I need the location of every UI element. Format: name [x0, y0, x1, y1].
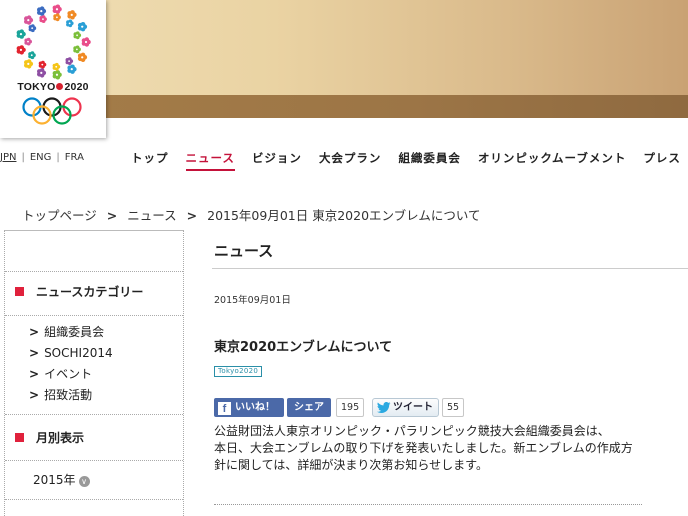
nav-item-games-plan[interactable]: 大会プラン [319, 150, 382, 169]
divider [5, 271, 183, 272]
divider [5, 315, 183, 316]
divider [214, 504, 642, 505]
breadcrumb: トップページ > ニュース >2015年09月01日 東京2020エンブレムについて [22, 205, 481, 224]
twitter-bird-icon [377, 402, 391, 413]
nav-item-news[interactable]: ニュース [185, 150, 235, 171]
red-square-icon [15, 287, 24, 296]
divider [5, 414, 183, 415]
nav-item-top[interactable]: トップ [131, 150, 169, 169]
facebook-like-button[interactable]: f いいね！ [214, 398, 284, 417]
tokyo-2020-logo[interactable]: TOKYO 2020 [0, 0, 106, 138]
divider [212, 268, 688, 269]
divider [5, 499, 183, 500]
section-title: ニュース [214, 242, 274, 260]
body-line: 本日、大会エンブレムの取り下げを発表いたしました。新エンブレムの作成方 [214, 441, 633, 455]
tweet-count: 55 [442, 398, 465, 417]
chevron-right-icon: > [29, 325, 40, 339]
category-item[interactable]: > 招致活動 [29, 385, 113, 406]
chevron-right-icon: > [29, 367, 40, 381]
article-headline: 東京2020エンブレムについて [214, 340, 393, 355]
language-switcher: JPN | ENG | FRA [0, 152, 84, 163]
lang-eng[interactable]: ENG [30, 152, 52, 163]
lang-jpn[interactable]: JPN [0, 152, 16, 163]
chevron-right-icon: > [29, 388, 40, 402]
red-dot-icon [56, 83, 64, 91]
nav-item-vision[interactable]: ビジョン [252, 150, 302, 169]
category-list: > 組織委員会 > SOCHI2014 > イベント > 招致活動 [29, 322, 113, 406]
body-line: 針に関しては、詳細が決まり次第お知らせします。 [214, 458, 488, 472]
share-count: 195 [336, 398, 365, 417]
category-item[interactable]: > 組織委員会 [29, 322, 113, 343]
body-line: 公益財団法人東京オリンピック・パラリンピック競技大会組織委員会は、 [214, 424, 610, 438]
facebook-share-button[interactable]: シェア [287, 398, 331, 417]
red-square-icon [15, 433, 24, 442]
nav-item-organising-committee[interactable]: 組織委員会 [398, 150, 461, 169]
post-date: 2015年09月01日 [214, 295, 291, 306]
category-heading: ニュースカテゴリー [15, 283, 143, 300]
chevron-down-icon: ∨ [78, 476, 90, 487]
monthly-heading: 月別表示 [15, 429, 84, 446]
lang-fra[interactable]: FRA [65, 152, 84, 163]
nav-item-olympic-movement[interactable]: オリンピックムーブメント [478, 150, 626, 169]
logo-wordmark: TOKYO 2020 [17, 81, 89, 93]
breadcrumb-news[interactable]: ニュース [127, 208, 176, 223]
chevron-right-icon: > [106, 208, 118, 223]
divider [5, 460, 183, 461]
chevron-right-icon: > [186, 208, 198, 223]
tweet-button[interactable]: ツイート [372, 398, 439, 417]
facebook-icon: f [218, 402, 231, 415]
breadcrumb-current: 2015年09月01日 東京2020エンブレムについて [207, 208, 481, 223]
tag-badge[interactable]: Tokyo2020 [214, 366, 263, 377]
chevron-right-icon: > [29, 346, 40, 360]
article-body: 公益財団法人東京オリンピック・パラリンピック競技大会組織委員会は、 本日、大会エ… [214, 423, 654, 474]
category-item[interactable]: > イベント [29, 364, 113, 385]
breadcrumb-top[interactable]: トップページ [22, 208, 97, 223]
category-item[interactable]: > SOCHI2014 [29, 343, 113, 364]
year-toggle[interactable]: 2015年 ∨ [33, 471, 90, 488]
main-nav: トップ ニュース ビジョン 大会プラン 組織委員会 オリンピックムーブメント プレス [131, 150, 688, 171]
sidebar: ニュースカテゴリー > 組織委員会 > SOCHI2014 > イベント > 招致活動 … [4, 230, 184, 516]
nav-item-press[interactable]: プレス [643, 150, 681, 169]
sakura-wreath-emblem [16, 4, 91, 125]
